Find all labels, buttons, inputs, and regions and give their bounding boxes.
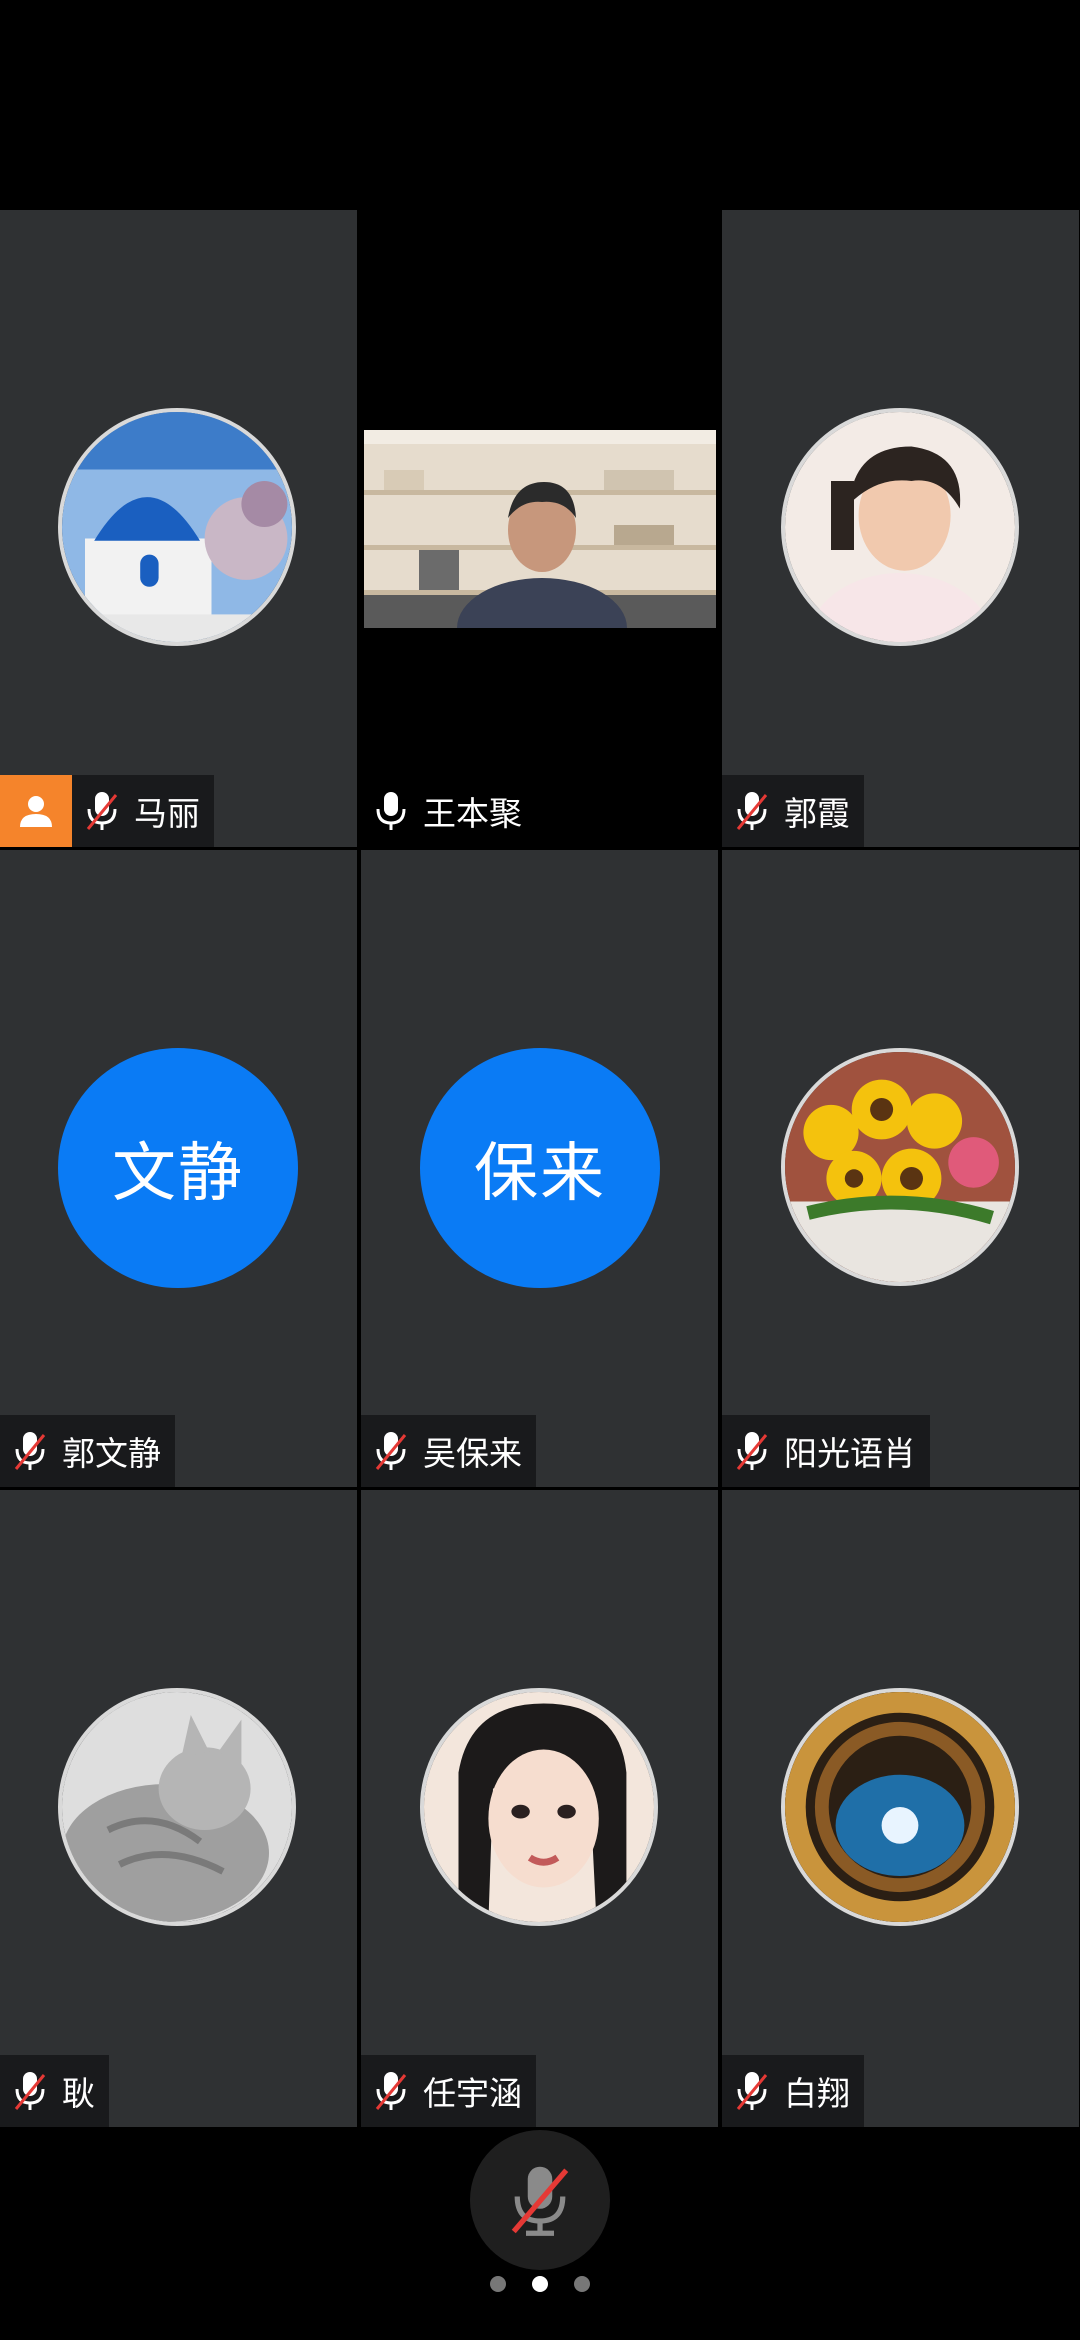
avatar [58, 1688, 296, 1926]
nameplate: 马丽 [72, 775, 214, 847]
mic-muted-icon [14, 1432, 46, 1470]
nameplate: 阳光语肖 [722, 1415, 930, 1487]
stairwell-photo-icon [785, 1692, 1015, 1922]
mic-icon [376, 792, 406, 830]
participant-name: 阳光语肖 [784, 1434, 916, 1473]
initials-avatar: 文静 [58, 1048, 298, 1288]
participant-tile[interactable]: 文静 郭文静 [0, 850, 357, 1487]
avatar [781, 408, 1019, 646]
participant-tile[interactable]: 耿 [0, 1490, 357, 2127]
participant-grid: 马丽 王本聚 郭霞 文静 郭文静 保来 吴保来 阳光语肖 耿 任宇涵 白翔 [0, 210, 1080, 2127]
mic-muted-icon [375, 2072, 407, 2110]
page-indicator[interactable] [0, 2276, 1080, 2292]
sunflowers-photo-icon [785, 1052, 1015, 1282]
participant-name: 王本聚 [423, 794, 522, 833]
participant-tile[interactable]: 郭霞 [722, 210, 1079, 847]
portrait-photo-icon [424, 1692, 654, 1922]
avatar [58, 408, 296, 646]
mic-muted-icon [86, 792, 118, 830]
mic-muted-icon [375, 1432, 407, 1470]
participant-tile[interactable]: 王本聚 [361, 210, 718, 847]
avatar [781, 1688, 1019, 1926]
santorini-photo-icon [62, 412, 292, 642]
participant-name: 白翔 [784, 2074, 850, 2113]
child-photo-icon [785, 412, 1015, 642]
page-dot-active[interactable] [532, 2276, 548, 2292]
host-badge [0, 775, 72, 847]
participant-name: 吴保来 [423, 1434, 522, 1473]
participant-name: 耿 [62, 2074, 95, 2113]
mic-muted-icon [14, 2072, 46, 2110]
video-frame-icon [364, 430, 716, 628]
page-dot[interactable] [574, 2276, 590, 2292]
participant-tile[interactable]: 马丽 [0, 210, 357, 847]
participant-name: 任宇涵 [423, 2074, 522, 2113]
nameplate: 吴保来 [361, 1415, 536, 1487]
participant-tile[interactable]: 任宇涵 [361, 1490, 718, 2127]
mic-muted-icon [736, 792, 768, 830]
nameplate: 白翔 [722, 2055, 864, 2127]
mute-toggle-button[interactable] [470, 2130, 610, 2270]
participant-name: 郭文静 [62, 1434, 161, 1473]
avatar [420, 1688, 658, 1926]
nameplate: 任宇涵 [361, 2055, 536, 2127]
nameplate: 王本聚 [361, 775, 536, 847]
participant-tile[interactable]: 保来 吴保来 [361, 850, 718, 1487]
cat-photo-icon [62, 1692, 292, 1922]
mic-muted-icon [736, 1432, 768, 1470]
nameplate: 郭文静 [0, 1415, 175, 1487]
avatar [781, 1048, 1019, 1286]
mic-muted-icon [736, 2072, 768, 2110]
initials-avatar: 保来 [420, 1048, 660, 1288]
participant-tile[interactable]: 阳光语肖 [722, 850, 1079, 1487]
nameplate: 耿 [0, 2055, 109, 2127]
participant-name: 马丽 [134, 794, 200, 833]
participant-name: 郭霞 [784, 794, 850, 833]
page-dot[interactable] [490, 2276, 506, 2292]
participant-tile[interactable]: 白翔 [722, 1490, 1079, 2127]
video-feed [364, 430, 716, 628]
nameplate: 郭霞 [722, 775, 864, 847]
person-icon [20, 796, 52, 827]
mic-muted-icon [511, 2166, 569, 2236]
